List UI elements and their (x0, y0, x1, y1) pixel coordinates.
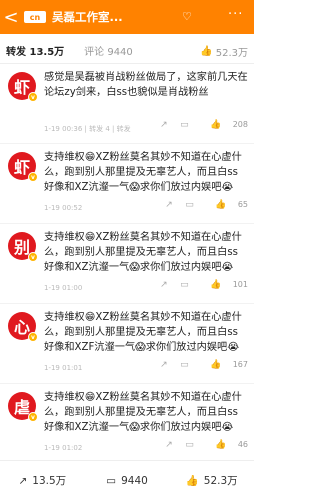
comment-meta: 1-19 01:02 (44, 444, 83, 452)
comment-text: 支持维权😁XZ粉丝莫名其妙不知道在心虚什么，跑到别人那里提及无辜艺人，而且白ss… (44, 152, 242, 193)
verified-badge-icon: v (28, 332, 38, 342)
like-count: 101 (232, 280, 248, 289)
comment-item: 心 v 支持维权😁XZ粉丝莫名其妙不知道在心虚什么，跑到别人那里提及无辜艺人，而… (0, 304, 254, 384)
verified-badge-icon: v (28, 252, 38, 262)
comment-actions: ↗ ▭ 👍 65 (155, 200, 248, 210)
comment-meta: 1-19 00:36 | 转发 4 | 转发 (44, 125, 131, 133)
tab-repost[interactable]: 转发 13.5万 (6, 43, 64, 58)
comment-icon[interactable]: ▭ (185, 440, 195, 450)
like-icon: 👍 (210, 120, 222, 130)
comment-actions: ↗ ▭ 👍 208 (150, 120, 248, 130)
comment-count: 9440 (121, 474, 148, 487)
like-icon: 👍 (215, 200, 227, 210)
comment-meta: 1-19 01:01 (44, 364, 83, 372)
tab-bar: 转发 13.5万 评论 9440 👍 52.3万 (0, 38, 254, 62)
like-count: 52.3万 (203, 475, 238, 487)
like-count: 46 (237, 440, 248, 449)
like-icon: 👍 (210, 280, 222, 290)
share-icon[interactable]: ↗ (160, 120, 170, 130)
like-icon: 👍 (185, 475, 199, 487)
app-logo: cn (24, 11, 46, 23)
page-title: 吴磊工作室... (52, 10, 123, 24)
follow-icon[interactable]: ♡ (182, 10, 192, 23)
app: < cn 吴磊工作室... ♡ ··· 转发 13.5万 评论 9440 👍 5… (0, 0, 254, 500)
comment-text: 支持维权😁XZ粉丝莫名其妙不知道在心虚什么，跑到别人那里提及无辜艺人，而且白ss… (44, 392, 242, 433)
comment-button[interactable]: ▭ 9440 (85, 475, 170, 487)
verified-badge-icon: v (28, 172, 38, 182)
comment-meta: 1-19 01:00 (44, 284, 83, 292)
like-button[interactable]: 👍 46 (205, 440, 248, 450)
tab-likes[interactable]: 👍 52.3万 (200, 44, 248, 59)
like-count: 208 (232, 120, 248, 129)
verified-badge-icon: v (28, 412, 38, 422)
bottom-action-bar: ↗ 13.5万 ▭ 9440 👍 52.3万 (0, 460, 254, 500)
comment-text: 支持维权😁XZ粉丝莫名其妙不知道在心虚什么，跑到别人那里提及无辜艺人，而且白ss… (44, 312, 242, 353)
share-icon: ↗ (18, 474, 28, 487)
like-icon: 👍 (215, 440, 227, 450)
comment-item: 别 v 支持维权😁XZ粉丝莫名其妙不知道在心虚什么，跑到别人那里提及无辜艺人，而… (0, 224, 254, 304)
comment-actions: ↗ ▭ 👍 167 (150, 360, 248, 370)
more-icon[interactable]: ··· (228, 7, 243, 22)
share-icon[interactable]: ↗ (160, 280, 170, 290)
comment-list: 虾 v 感觉是吴磊被肖战粉丝做局了，这家前几天在论坛zy剑来，白ss也貌似是肖战… (0, 64, 254, 460)
comment-icon[interactable]: ▭ (180, 120, 190, 130)
like-button[interactable]: 👍 101 (200, 280, 248, 290)
like-button[interactable]: 👍 65 (205, 200, 248, 210)
repost-count: 13.5万 (32, 475, 67, 487)
comment-icon[interactable]: ▭ (185, 200, 195, 210)
likes-count: 52.3万 (215, 48, 248, 59)
comment-item: 虾 v 支持维权😁XZ粉丝莫名其妙不知道在心虚什么，跑到别人那里提及无辜艺人，而… (0, 144, 254, 224)
comment-icon[interactable]: ▭ (180, 280, 190, 290)
comment-actions: ↗ ▭ 👍 101 (150, 280, 248, 290)
comment-icon[interactable]: ▭ (180, 360, 190, 370)
repost-button[interactable]: ↗ 13.5万 (0, 473, 85, 488)
comment-item: 虐 v 支持维权😁XZ粉丝莫名其妙不知道在心虚什么，跑到别人那里提及无辜艺人，而… (0, 384, 254, 460)
like-count: 167 (232, 360, 248, 369)
comment-text: 支持维权😁XZ粉丝莫名其妙不知道在心虚什么，跑到别人那里提及无辜艺人，而且白ss… (44, 232, 242, 273)
header-bar: < cn 吴磊工作室... ♡ ··· (0, 0, 254, 34)
comment-text: 感觉是吴磊被肖战粉丝做局了，这家前几天在论坛zy剑来，白ss也貌似是肖战粉丝 (44, 72, 248, 98)
verified-badge-icon: v (28, 92, 38, 102)
tab-comment[interactable]: 评论 9440 (84, 43, 133, 58)
comment-meta: 1-19 00:52 (44, 204, 83, 212)
like-count: 65 (237, 200, 248, 209)
like-button[interactable]: 👍 208 (200, 120, 248, 130)
comment-actions: ↗ ▭ 👍 46 (155, 440, 248, 450)
like-button[interactable]: 👍 167 (200, 360, 248, 370)
like-button[interactable]: 👍 52.3万 (169, 473, 254, 488)
back-icon[interactable]: < (0, 0, 22, 34)
comment-icon: ▭ (106, 474, 117, 487)
like-icon: 👍 (210, 360, 222, 370)
like-icon: 👍 (200, 46, 213, 57)
comment-item: 虾 v 感觉是吴磊被肖战粉丝做局了，这家前几天在论坛zy剑来，白ss也貌似是肖战… (0, 64, 254, 144)
share-icon[interactable]: ↗ (165, 200, 175, 210)
share-icon[interactable]: ↗ (160, 360, 170, 370)
share-icon[interactable]: ↗ (165, 440, 175, 450)
